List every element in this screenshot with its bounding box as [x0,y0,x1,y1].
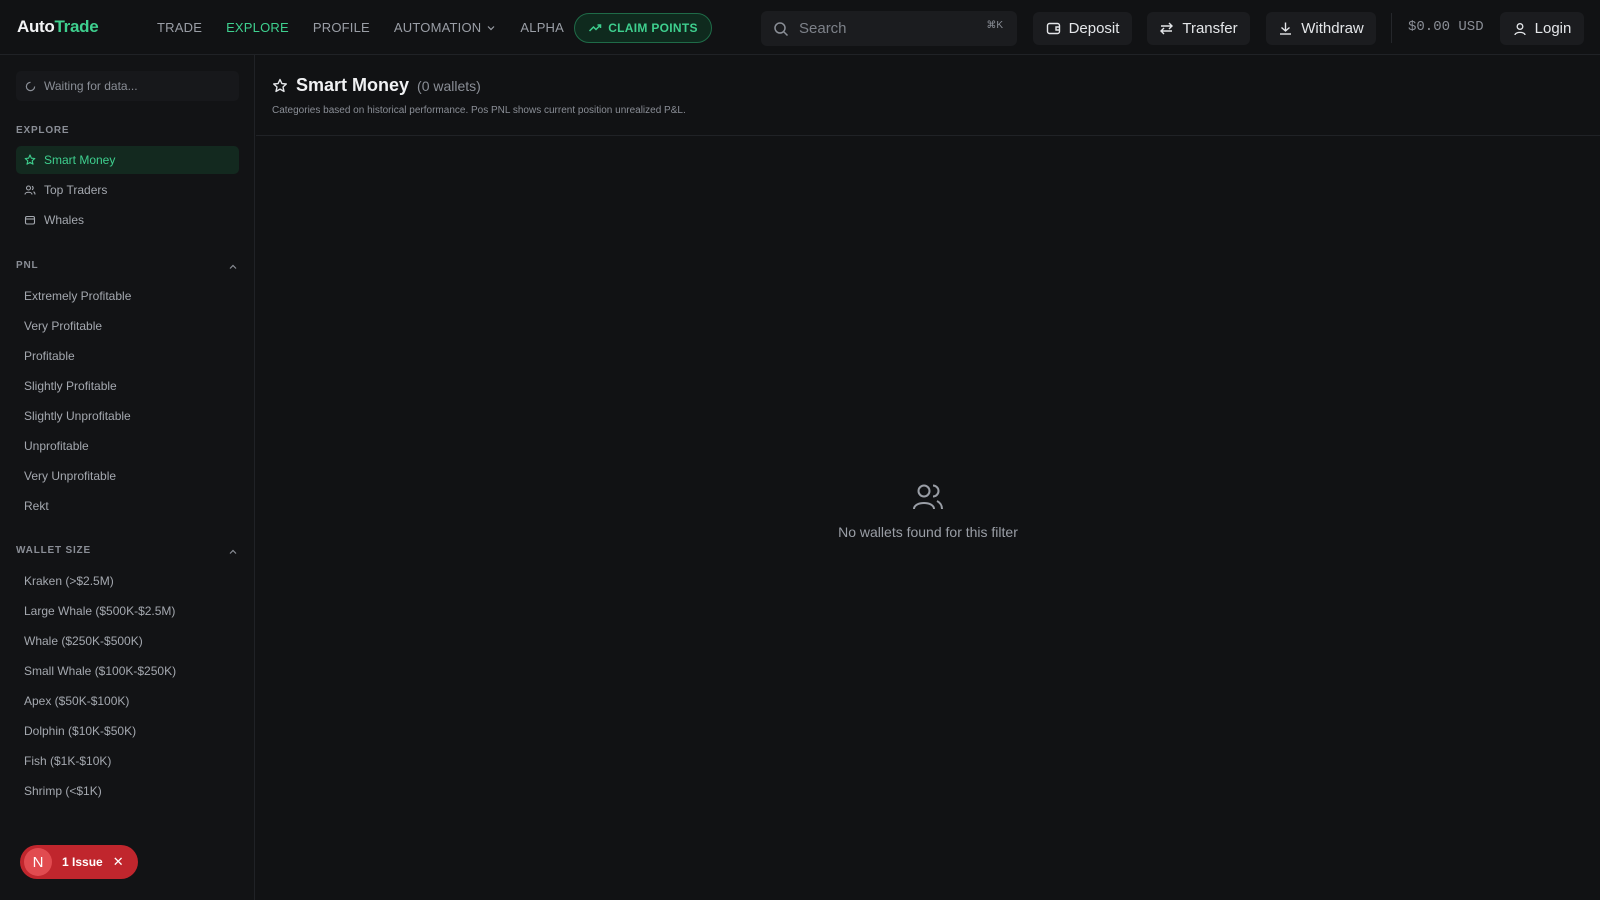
nav-trade-label: TRADE [157,20,203,35]
empty-state-message: No wallets found for this filter [838,524,1018,540]
wallet-icon [1046,22,1060,35]
page-title: Smart Money (0 wallets) [272,75,481,96]
users-icon [913,484,943,510]
claim-points-button[interactable]: CLAIM POINTS [574,13,712,43]
pnl-filter-slightly-profitable[interactable]: Slightly Profitable [24,379,117,393]
search-input[interactable] [799,20,979,37]
issue-label: 1 Issue [62,855,103,869]
claim-points-label: CLAIM POINTS [608,21,698,35]
top-bar: AutoTrade TRADE EXPLORE PROFILE AUTOMATI… [0,0,1600,55]
sidebar-item-top-traders[interactable]: Top Traders [16,176,239,204]
star-icon [24,154,36,165]
login-label: Login [1534,20,1572,37]
size-filter-small-whale[interactable]: Small Whale ($100K-$250K) [24,664,176,678]
search-box[interactable]: ⌘K [761,11,1017,46]
chevron-up-icon[interactable] [228,547,238,557]
chevron-down-icon [487,25,495,30]
nav-profile[interactable]: PROFILE [313,20,370,35]
page-subtitle: Categories based on historical performan… [272,105,686,116]
trending-up-icon [589,24,602,32]
pnl-section-title: PNL [16,260,39,271]
nav-trade[interactable]: TRADE [157,20,202,35]
pnl-filter-very-unprofitable[interactable]: Very Unprofitable [24,469,116,483]
withdraw-label: Withdraw [1301,20,1364,37]
nav-explore-label: EXPLORE [226,20,289,35]
pnl-filter-extremely-profitable[interactable]: Extremely Profitable [24,289,131,303]
transfer-icon [1160,22,1174,35]
app-logo[interactable]: AutoTrade [17,17,99,37]
sidebar-item-label: Smart Money [44,153,116,167]
issue-avatar: N [24,848,52,876]
chevron-up-icon[interactable] [228,262,238,272]
page-title-text: Smart Money [296,75,410,95]
withdraw-button[interactable]: Withdraw [1266,12,1376,45]
transfer-label: Transfer [1182,20,1238,37]
close-icon[interactable]: ✕ [113,854,124,870]
size-filter-dolphin[interactable]: Dolphin ($10K-$50K) [24,724,136,738]
user-icon [1513,22,1526,35]
deposit-button[interactable]: Deposit [1033,12,1132,45]
data-status-text: Waiting for data... [44,79,138,93]
download-icon [1280,22,1292,35]
search-icon [774,21,789,36]
loading-icon [25,81,36,91]
explore-section-title: EXPLORE [16,125,70,136]
nav-alpha-label: ALPHA [520,20,565,35]
wallet-icon [24,215,36,225]
nav-automation[interactable]: AUTOMATION [394,20,496,35]
nav-alpha[interactable]: ALPHA [520,20,564,35]
sidebar-item-whales[interactable]: Whales [16,206,239,234]
nav-profile-label: PROFILE [312,20,370,35]
sidebar: Waiting for data... EXPLORE Smart Money … [0,55,255,900]
sidebar-item-label: Top Traders [44,183,108,197]
sidebar-item-smart-money[interactable]: Smart Money [16,146,239,174]
login-button[interactable]: Login [1500,12,1584,45]
empty-state: No wallets found for this filter [256,480,1600,540]
nav-automation-label: AUTOMATION [393,20,482,35]
nav-explore[interactable]: EXPLORE [226,20,289,35]
issue-badge[interactable]: N 1 Issue ✕ [20,845,138,879]
wallet-size-section-title: WALLET SIZE [16,545,91,556]
star-icon [273,78,287,92]
size-filter-kraken[interactable]: Kraken (>$2.5M) [24,574,114,588]
size-filter-whale[interactable]: Whale ($250K-$500K) [24,634,143,648]
pnl-filter-very-profitable[interactable]: Very Profitable [24,319,102,333]
search-shortcut: ⌘K [986,20,1003,31]
main-nav: TRADE EXPLORE PROFILE AUTOMATION ALPHA [157,0,588,55]
logo-part-auto: Auto [17,17,55,36]
size-filter-apex[interactable]: Apex ($50K-$100K) [24,694,129,708]
toolbar-divider [1391,13,1392,43]
size-filter-shrimp[interactable]: Shrimp (<$1K) [24,784,102,798]
balance-display: $0.00 USD [1408,19,1484,35]
page-header: Smart Money (0 wallets) Categories based… [256,56,1600,136]
pnl-filter-unprofitable[interactable]: Unprofitable [24,439,89,453]
deposit-label: Deposit [1068,20,1120,37]
logo-part-trade: Trade [54,17,99,36]
pnl-filter-profitable[interactable]: Profitable [24,349,75,363]
data-status: Waiting for data... [16,71,239,101]
pnl-filter-rekt[interactable]: Rekt [24,499,49,513]
sidebar-item-label: Whales [44,213,85,227]
pnl-filter-slightly-unprofitable[interactable]: Slightly Unprofitable [24,409,131,423]
transfer-button[interactable]: Transfer [1147,12,1250,45]
wallet-count: (0 wallets) [417,78,481,94]
size-filter-large-whale[interactable]: Large Whale ($500K-$2.5M) [24,604,175,618]
size-filter-fish[interactable]: Fish ($1K-$10K) [24,754,111,768]
users-icon [24,185,36,195]
